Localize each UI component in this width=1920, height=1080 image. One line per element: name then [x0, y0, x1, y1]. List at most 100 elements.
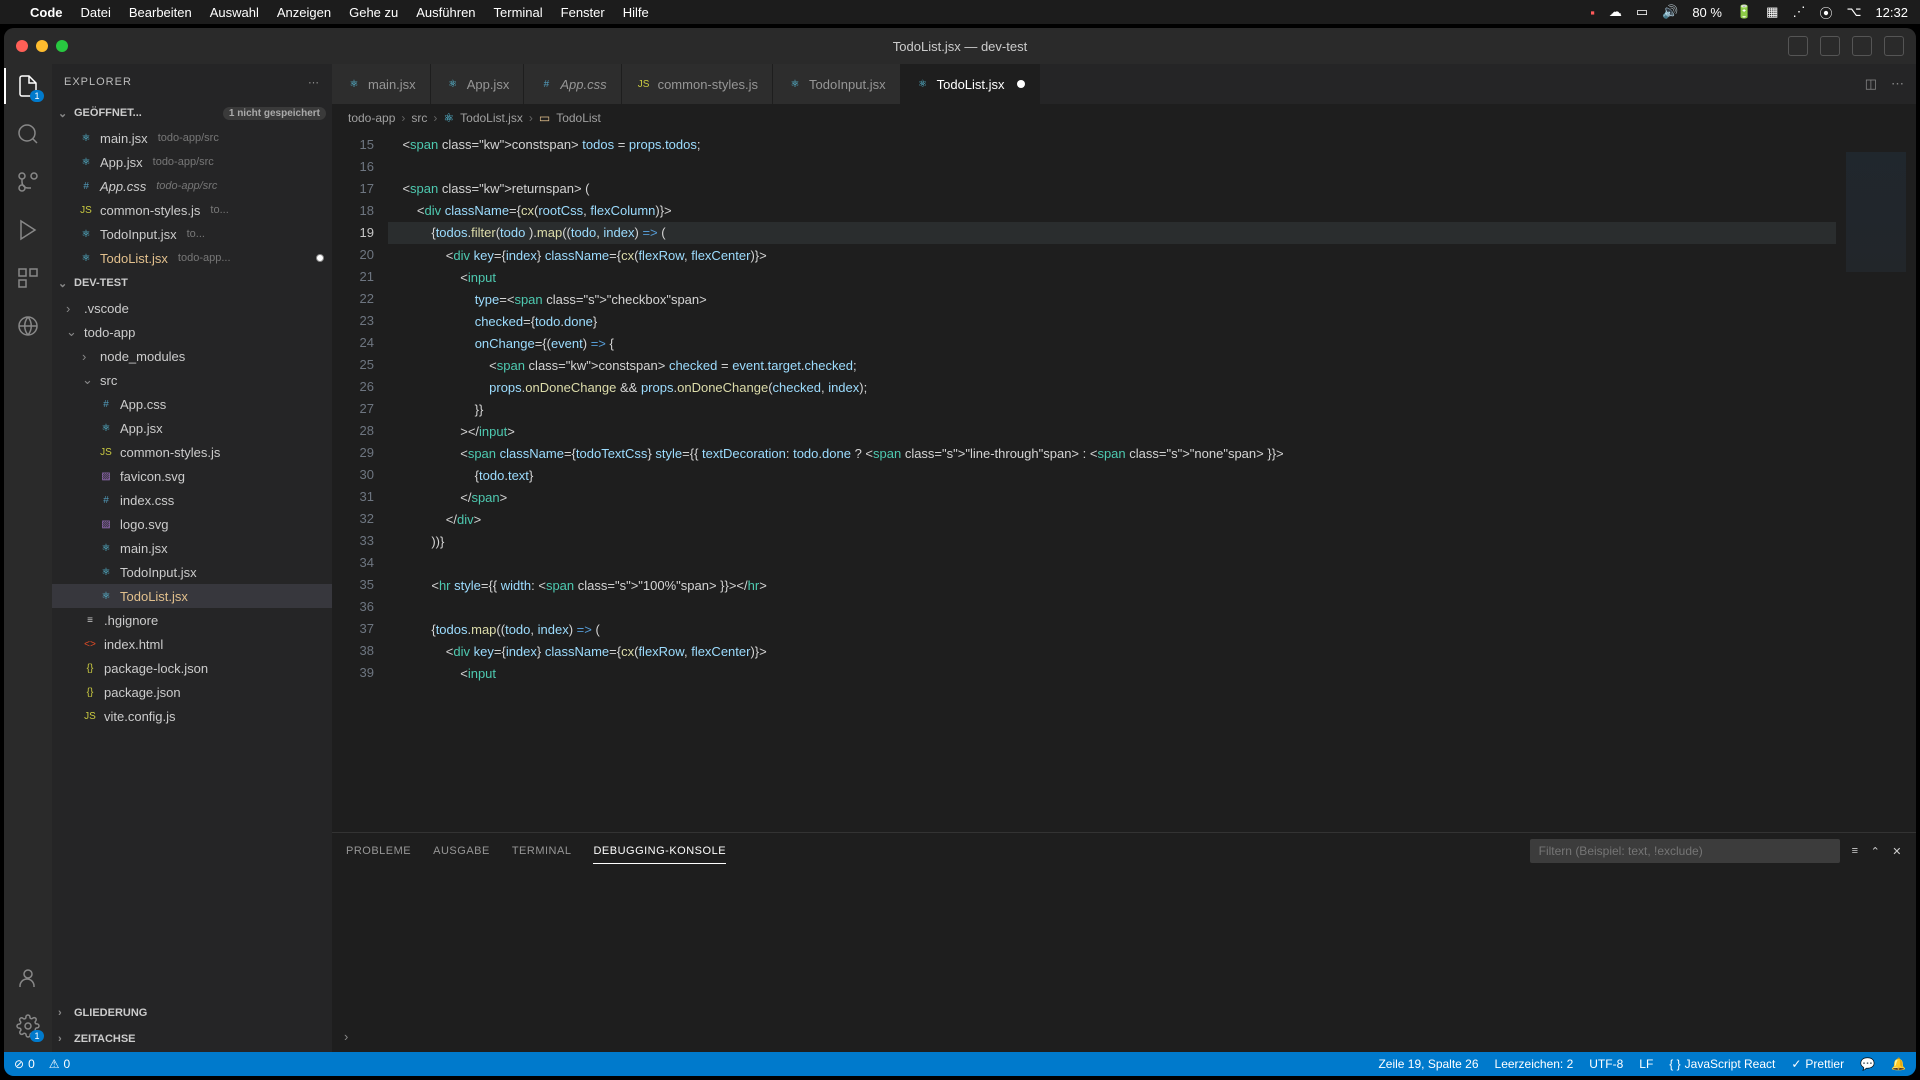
status-position[interactable]: Zeile 19, Spalte 26 — [1378, 1057, 1478, 1071]
layout-grid-button[interactable] — [1884, 36, 1904, 56]
open-editor-item[interactable]: ⚛App.jsxtodo-app/src — [52, 150, 332, 174]
breadcrumb-hint-icon[interactable]: › — [344, 1029, 348, 1044]
file-item[interactable]: #App.css — [52, 392, 332, 416]
breadcrumb[interactable]: todo-app› src› ⚛TodoList.jsx› ▭TodoList — [332, 104, 1916, 132]
status-lang[interactable]: { } JavaScript React — [1669, 1057, 1775, 1071]
debug-filter-input[interactable] — [1530, 839, 1840, 863]
activity-remote[interactable] — [14, 312, 42, 340]
minimize-window-button[interactable] — [36, 40, 48, 52]
file-item[interactable]: ⚛App.jsx — [52, 416, 332, 440]
status-bell-icon[interactable]: 🔔 — [1891, 1057, 1906, 1071]
file-item[interactable]: ≡.hgignore — [52, 608, 332, 632]
panel-tab[interactable]: AUSGABE — [433, 839, 490, 863]
editor-tab[interactable]: ⚛main.jsx — [332, 64, 431, 104]
maximize-window-button[interactable] — [56, 40, 68, 52]
workspace-header[interactable]: ⌄ DEV-TEST — [52, 270, 332, 296]
menu-view[interactable]: Anzeigen — [277, 5, 331, 20]
sidebar-more-icon[interactable]: ⋯ — [308, 76, 320, 89]
status-warnings[interactable]: ⚠ 0 — [49, 1057, 70, 1071]
folder-item[interactable]: ›node_modules — [52, 344, 332, 368]
menu-terminal[interactable]: Terminal — [494, 5, 543, 20]
file-item[interactable]: ▨logo.svg — [52, 512, 332, 536]
editor-tab[interactable]: ⚛App.jsx — [431, 64, 525, 104]
folder-item[interactable]: ⌄todo-app — [52, 320, 332, 344]
folder-item[interactable]: ⌄src — [52, 368, 332, 392]
timeline-header[interactable]: › ZEITACHSE — [52, 1026, 332, 1052]
file-item[interactable]: ⚛main.jsx — [52, 536, 332, 560]
editor-tab[interactable]: ⚛TodoInput.jsx — [773, 64, 901, 104]
app-name[interactable]: Code — [30, 5, 63, 20]
activity-search[interactable] — [14, 120, 42, 148]
menu-selection[interactable]: Auswahl — [210, 5, 259, 20]
outline-header[interactable]: › GLIEDERUNG — [52, 1000, 332, 1026]
tray-icon[interactable]: ▦ — [1766, 4, 1778, 20]
close-window-button[interactable] — [16, 40, 28, 52]
folder-item[interactable]: ›.vscode — [52, 296, 332, 320]
file-item[interactable]: ▨favicon.svg — [52, 464, 332, 488]
panel-close-icon[interactable]: ✕ — [1892, 845, 1902, 858]
open-editor-item[interactable]: JScommon-styles.jsto... — [52, 198, 332, 222]
open-editor-item[interactable]: ⚛TodoList.jsxtodo-app... — [52, 246, 332, 270]
activity-account[interactable] — [14, 964, 42, 992]
layout-left-button[interactable] — [1788, 36, 1808, 56]
editor-tab[interactable]: ⚛TodoList.jsx — [901, 64, 1040, 104]
file-item[interactable]: {}package.json — [52, 680, 332, 704]
status-spaces[interactable]: Leerzeichen: 2 — [1495, 1057, 1574, 1071]
filter-icon[interactable]: ≡ — [1852, 845, 1859, 857]
activity-bar: 1 1 — [4, 64, 52, 1052]
activity-run-debug[interactable] — [14, 216, 42, 244]
volume-icon[interactable]: 🔊 — [1662, 4, 1678, 20]
activity-source-control[interactable] — [14, 168, 42, 196]
open-editor-item[interactable]: ⚛main.jsxtodo-app/src — [52, 126, 332, 150]
file-item[interactable]: ⚛TodoList.jsx — [52, 584, 332, 608]
more-tabs-icon[interactable]: ⋯ — [1891, 76, 1904, 92]
line-gutter[interactable]: 1516171819202122232425262728293031323334… — [332, 132, 388, 832]
open-editor-item[interactable]: ⚛TodoInput.jsxto... — [52, 222, 332, 246]
file-item[interactable]: JScommon-styles.js — [52, 440, 332, 464]
panel-tab[interactable]: DEBUGGING-KONSOLE — [593, 839, 726, 864]
panel-tab[interactable]: PROBLEME — [346, 839, 411, 863]
split-editor-icon[interactable]: ◫ — [1865, 76, 1877, 92]
menu-run[interactable]: Ausführen — [416, 5, 475, 20]
status-feedback-icon[interactable]: 💬 — [1860, 1057, 1875, 1071]
menu-file[interactable]: Datei — [81, 5, 111, 20]
file-item[interactable]: JSvite.config.js — [52, 704, 332, 728]
screen-icon[interactable]: ▭ — [1636, 4, 1648, 20]
file-item[interactable]: #index.css — [52, 488, 332, 512]
battery-text[interactable]: 80 % — [1692, 5, 1722, 20]
menu-edit[interactable]: Bearbeiten — [129, 5, 192, 20]
battery-icon[interactable]: 🔋 — [1736, 4, 1752, 20]
file-item[interactable]: ⚛TodoInput.jsx — [52, 560, 332, 584]
editor-tab[interactable]: #App.css — [524, 64, 621, 104]
status-prettier[interactable]: ✓ Prettier — [1791, 1057, 1844, 1071]
activity-settings[interactable]: 1 — [14, 1012, 42, 1040]
layout-right-button[interactable] — [1852, 36, 1872, 56]
open-editors-header[interactable]: ⌄ GEÖFFNET... 1 nicht gespeichert — [52, 100, 332, 126]
menu-go[interactable]: Gehe zu — [349, 5, 398, 20]
explorer-badge: 1 — [30, 90, 44, 102]
menu-help[interactable]: Hilfe — [623, 5, 649, 20]
layout-bottom-button[interactable] — [1820, 36, 1840, 56]
status-encoding[interactable]: UTF-8 — [1589, 1057, 1623, 1071]
clock[interactable]: 12:32 — [1875, 5, 1908, 20]
cloud-icon[interactable]: ☁ — [1609, 4, 1622, 20]
code-editor[interactable]: <span class="kw">constspan> todos = prop… — [388, 132, 1836, 832]
panel-tab[interactable]: TERMINAL — [512, 839, 572, 863]
editor-tab[interactable]: JScommon-styles.js — [622, 64, 773, 104]
status-eol[interactable]: LF — [1639, 1057, 1653, 1071]
file-item[interactable]: <>index.html — [52, 632, 332, 656]
status-errors[interactable]: ⊘ 0 — [14, 1057, 35, 1071]
activity-extensions[interactable] — [14, 264, 42, 292]
panel-expand-icon[interactable]: ⌃ — [1871, 845, 1881, 858]
wifi-icon[interactable]: ⋰ — [1792, 4, 1805, 20]
file-item[interactable]: {}package-lock.json — [52, 656, 332, 680]
activity-explorer[interactable]: 1 — [14, 72, 42, 100]
spotlight-icon[interactable]: ⦿ — [1819, 3, 1832, 22]
menu-window[interactable]: Fenster — [561, 5, 605, 20]
open-editors-list: ⚛main.jsxtodo-app/src⚛App.jsxtodo-app/sr… — [52, 126, 332, 270]
record-icon[interactable]: ▪ — [1590, 5, 1595, 20]
bottom-panel: PROBLEME AUSGABE TERMINAL DEBUGGING-KONSOLE… — [332, 832, 1916, 1052]
minimap[interactable] — [1836, 132, 1916, 832]
open-editor-item[interactable]: #App.csstodo-app/src — [52, 174, 332, 198]
control-center-icon[interactable]: ⌥ — [1846, 4, 1861, 20]
